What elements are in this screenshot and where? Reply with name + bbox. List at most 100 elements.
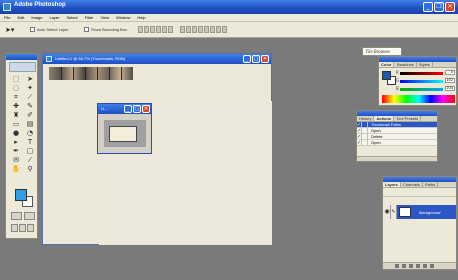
screen-mode-full-icon[interactable] (27, 224, 34, 232)
quick-mask-icon[interactable] (24, 212, 35, 220)
mini-canvas[interactable] (109, 126, 137, 142)
shape-tool-icon[interactable]: ▢ (24, 147, 36, 155)
zoom-tool-icon[interactable]: ⚲ (24, 165, 36, 173)
mini-close-button[interactable]: ✕ (142, 105, 150, 113)
history-brush-icon[interactable]: ✐ (24, 111, 36, 119)
app-title-bar: Adobe Photoshop _ ❐ ✕ (0, 0, 458, 14)
foreground-color-swatch[interactable] (15, 189, 27, 201)
trash-icon[interactable] (430, 264, 434, 268)
doc-minimize-button[interactable]: _ (243, 55, 251, 63)
screen-mode-buttons (11, 224, 34, 232)
show-bounding-box-checkbox[interactable]: Show Bounding Box (84, 27, 127, 32)
tab-styles[interactable]: Styles (417, 62, 433, 67)
color-panel-tabs: Color Swatches Styles (379, 62, 456, 68)
tab-color[interactable]: Color (379, 62, 395, 67)
dodge-tool-icon[interactable]: ◔ (24, 129, 36, 137)
green-label: G (396, 78, 400, 83)
healing-brush-icon[interactable]: ✚ (10, 102, 22, 110)
brush-tool-icon[interactable]: ✎ (24, 102, 36, 110)
minimize-button[interactable]: _ (423, 2, 433, 12)
mini-minimize-button[interactable]: _ (124, 105, 132, 113)
layers-panel: Layers Channels Paths ◉ ✎ Background (382, 176, 457, 270)
restore-button[interactable]: ❐ (434, 2, 444, 12)
crop-tool-icon[interactable]: ⌗ (10, 93, 22, 101)
distribute-buttons[interactable] (180, 26, 227, 33)
move-tool-icon[interactable]: ➤▾ (5, 26, 14, 34)
red-value[interactable]: 0 (445, 70, 455, 75)
red-slider[interactable] (400, 72, 443, 75)
lasso-tool-icon[interactable]: ◌ (10, 84, 22, 92)
standard-mode-icon[interactable] (11, 212, 22, 220)
layer-mask-icon[interactable] (402, 264, 406, 268)
tab-paths[interactable]: Paths (423, 182, 439, 187)
pen-tool-icon[interactable]: ✒ (10, 147, 22, 155)
mini-window-controls: _ □ ✕ (124, 105, 150, 113)
blue-slider[interactable] (400, 88, 443, 91)
mini-window-title: U... (101, 106, 108, 111)
green-value[interactable]: 102 (445, 78, 455, 83)
menu-help[interactable]: Help (137, 15, 145, 20)
slice-tool-icon[interactable]: ⟋ (24, 93, 36, 101)
marquee-tool-icon[interactable]: ⬚ (10, 75, 22, 83)
layer-row[interactable]: ◉ ✎ Background (384, 205, 456, 219)
action-label: Open (371, 140, 381, 145)
action-label: Thumbnail Paths (371, 122, 402, 127)
auto-select-layer-checkbox[interactable]: Auto Select Layer (30, 27, 69, 32)
tab-layers[interactable]: Layers (383, 182, 401, 187)
color-foreground-swatch[interactable] (382, 71, 391, 80)
menu-filter[interactable]: Filter (85, 15, 94, 20)
path-select-icon[interactable]: ▸ (10, 138, 22, 146)
magic-wand-icon[interactable]: ✦ (24, 84, 36, 92)
color-spectrum-bar[interactable] (382, 95, 455, 103)
toolbox: ⬚ ➤ ◌ ✦ ⌗ ⟋ ✚ ✎ ♜ ✐ ▭ ▤ ● ◔ ▸ T ✒ ▢ ✉ ⁄ … (5, 53, 38, 239)
menu-window[interactable]: Window (116, 15, 130, 20)
document-title-bar[interactable]: Untitled-1 @ 66.7% (Thumbnails, RGB) _ □… (43, 54, 271, 64)
align-buttons[interactable] (138, 26, 173, 33)
hand-tool-icon[interactable]: ✋ (10, 165, 22, 173)
menu-image[interactable]: Image (31, 15, 42, 20)
adjustment-layer-icon[interactable] (416, 264, 420, 268)
blur-tool-icon[interactable]: ● (10, 129, 22, 137)
eraser-tool-icon[interactable]: ▭ (10, 120, 22, 128)
clone-stamp-icon[interactable]: ♜ (10, 111, 22, 119)
doc-close-button[interactable]: ✕ (261, 55, 269, 63)
actions-panel: History Actions Tool Presets ✓ Thumbnail… (356, 110, 438, 162)
green-slider[interactable] (400, 80, 443, 83)
layer-style-icon[interactable] (395, 264, 399, 268)
type-tool-icon[interactable]: T (24, 138, 36, 146)
action-row[interactable]: ✓ Open (357, 139, 437, 146)
layer-thumbnail (399, 207, 411, 217)
new-set-icon[interactable] (409, 264, 413, 268)
layer-options-row[interactable] (383, 188, 456, 197)
tab-actions[interactable]: Actions (374, 116, 395, 121)
tab-tool-presets[interactable]: Tool Presets (394, 116, 422, 121)
adobe-feather-icon[interactable] (9, 62, 36, 72)
tab-swatches[interactable]: Swatches (394, 62, 417, 67)
action-label: Open (371, 128, 381, 133)
eye-icon[interactable]: ◉ (384, 205, 391, 219)
tab-history[interactable]: History (357, 116, 375, 121)
close-button[interactable]: ✕ (445, 2, 455, 12)
document-window: Untitled-1 @ 66.7% (Thumbnails, RGB) _ □… (42, 53, 272, 245)
menu-select[interactable]: Select (67, 15, 78, 20)
gradient-tool-icon[interactable]: ▤ (24, 120, 36, 128)
notes-tool-icon[interactable]: ✉ (10, 156, 22, 164)
tools-grid: ⬚ ➤ ◌ ✦ ⌗ ⟋ ✚ ✎ ♜ ✐ ▭ ▤ ● ◔ ▸ T ✒ ▢ ✉ ⁄ … (10, 75, 36, 173)
blue-value[interactable]: 204 (445, 86, 455, 91)
file-browser-button[interactable]: File Browser (362, 47, 402, 56)
menu-layer[interactable]: Layer (49, 15, 59, 20)
new-layer-icon[interactable] (423, 264, 427, 268)
doc-maximize-button[interactable]: □ (252, 55, 260, 63)
screen-mode-standard-icon[interactable] (11, 224, 18, 232)
move-tool-icon[interactable]: ➤ (24, 75, 36, 83)
toolbox-header[interactable] (6, 54, 37, 60)
menu-file[interactable]: File (4, 15, 10, 20)
eyedropper-icon[interactable]: ⁄ (24, 156, 36, 164)
screen-mode-menu-icon[interactable] (19, 224, 26, 232)
menu-edit[interactable]: Edit (17, 15, 24, 20)
tab-channels[interactable]: Channels (401, 182, 423, 187)
mini-window-title-bar[interactable]: U... _ □ ✕ (98, 104, 151, 114)
menu-view[interactable]: View (101, 15, 110, 20)
mini-maximize-button[interactable]: □ (133, 105, 141, 113)
brush-icon[interactable]: ✎ (391, 205, 397, 219)
